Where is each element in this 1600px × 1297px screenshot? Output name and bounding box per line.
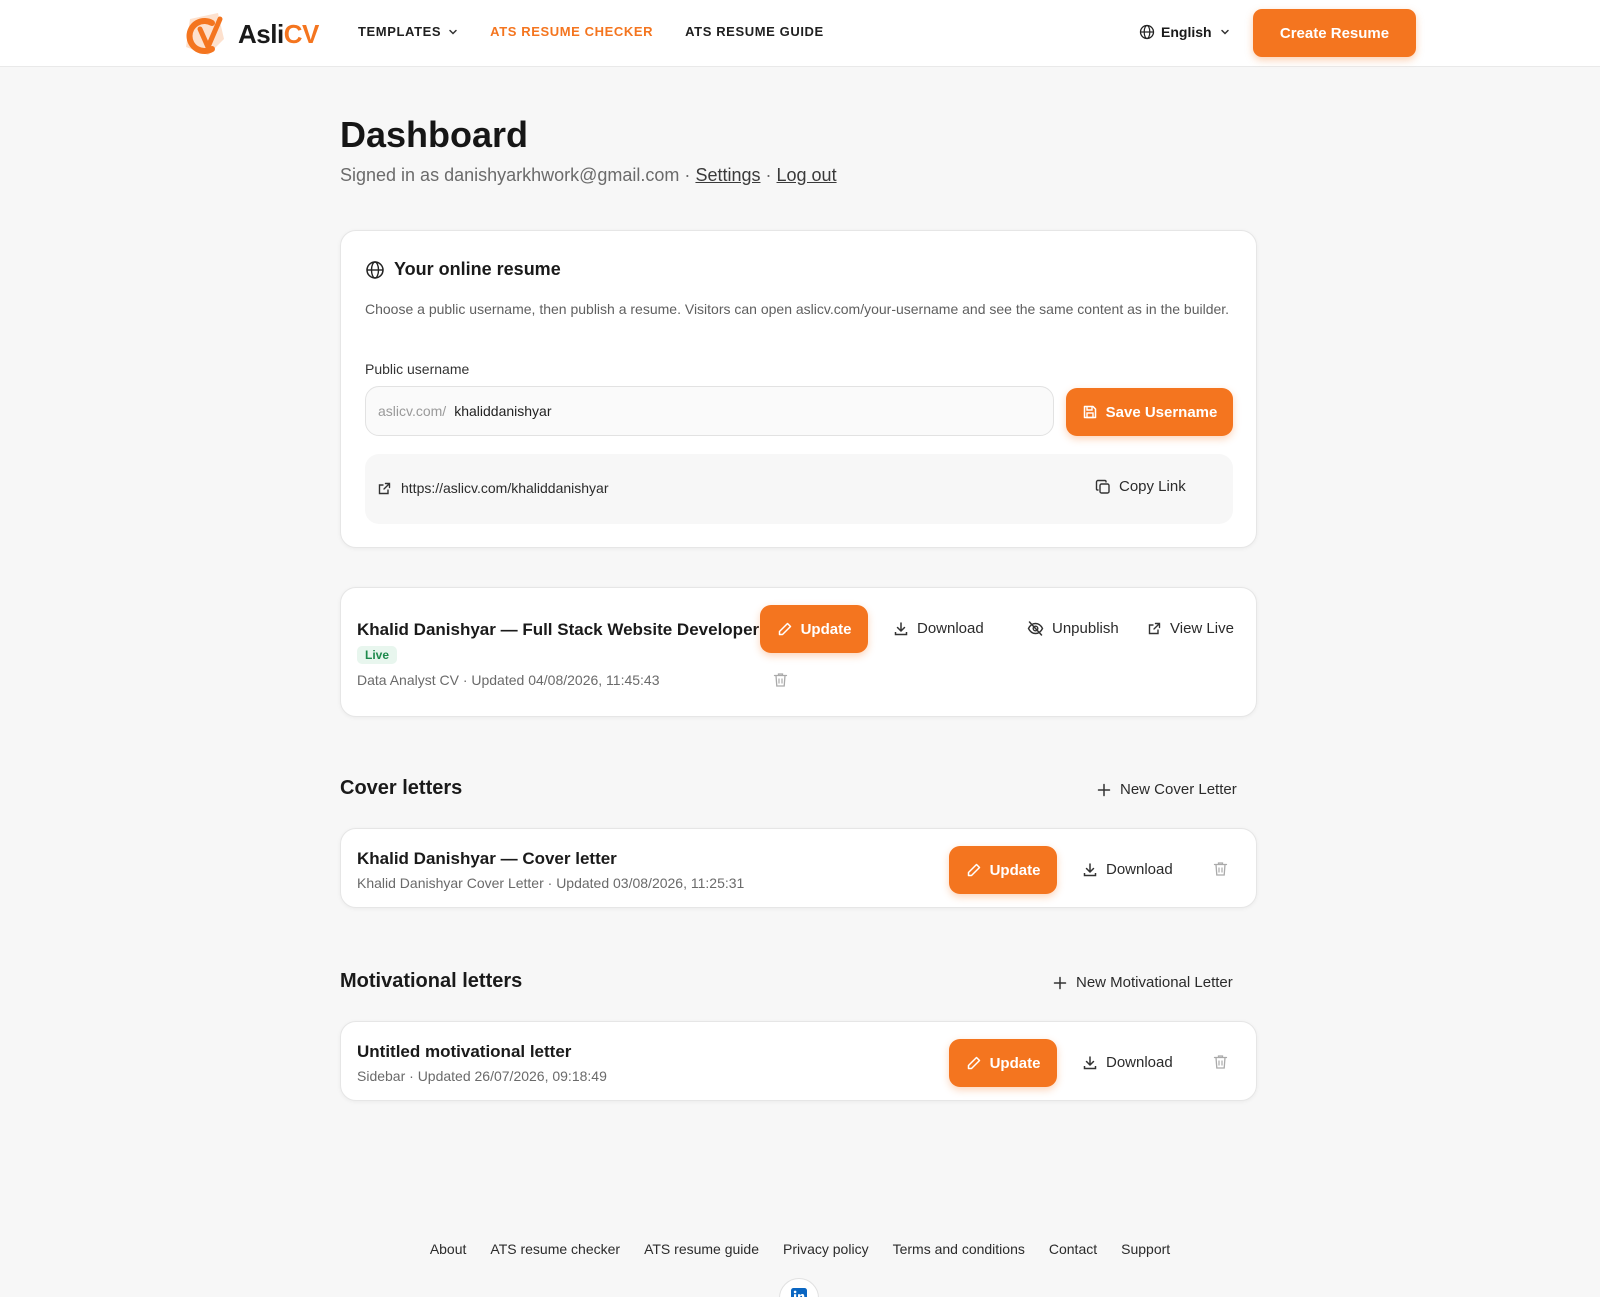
- status-badge: Live: [357, 646, 398, 664]
- footer-link-ats-guide[interactable]: ATS resume guide: [644, 1241, 759, 1257]
- main-nav: TEMPLATES ATS RESUME CHECKER ATS RESUME …: [358, 24, 856, 39]
- download-cover-letter-button[interactable]: Download: [1082, 861, 1173, 878]
- trash-icon[interactable]: [1213, 861, 1228, 877]
- copy-icon: [1095, 479, 1110, 494]
- motivational-letters-heading: Motivational letters: [340, 970, 523, 992]
- download-label: Download: [1106, 1054, 1173, 1071]
- signed-in-line: Signed in as danishyarkhwork@gmail.com ·…: [340, 165, 837, 186]
- logout-link[interactable]: Log out: [777, 165, 837, 185]
- pencil-icon: [967, 1056, 980, 1070]
- nav-templates[interactable]: TEMPLATES: [358, 24, 458, 39]
- footer-link-privacy[interactable]: Privacy policy: [783, 1241, 869, 1257]
- update-label: Update: [989, 1054, 1041, 1072]
- logo-wordmark: AsliCV: [238, 19, 319, 50]
- create-resume-button[interactable]: Create Resume: [1253, 9, 1416, 57]
- online-resume-description: Choose a public username, then publish a…: [365, 301, 1230, 317]
- cover-letter-title[interactable]: Khalid Danishyar — Cover letter: [357, 849, 617, 869]
- username-prefix: aslicv.com/: [378, 403, 447, 419]
- copy-link-label: Copy Link: [1119, 478, 1186, 495]
- view-live-label: View Live: [1170, 620, 1234, 637]
- pencil-icon: [967, 863, 980, 877]
- update-label: Update: [800, 620, 852, 638]
- save-icon: [1083, 405, 1096, 419]
- footer-link-about[interactable]: About: [430, 1241, 467, 1257]
- chevron-down-icon: [449, 29, 457, 35]
- download-label: Download: [917, 620, 984, 637]
- motivational-letter-title[interactable]: Untitled motivational letter: [357, 1042, 571, 1062]
- download-icon: [1083, 1055, 1097, 1069]
- nav-ats-resume-guide[interactable]: ATS RESUME GUIDE: [685, 24, 824, 39]
- cover-letter-card: Khalid Danishyar — Cover letter Khalid D…: [340, 828, 1257, 908]
- view-live-button[interactable]: View Live: [1147, 620, 1234, 637]
- cover-letters-heading: Cover letters: [340, 777, 463, 799]
- logo-text-cv: CV: [283, 18, 320, 49]
- new-motivational-letter-button[interactable]: New Motivational Letter: [1053, 974, 1233, 991]
- linkedin-icon: [791, 1288, 807, 1297]
- save-username-label: Save Username: [1105, 403, 1218, 421]
- online-resume-title: Your online resume: [394, 259, 561, 279]
- resume-meta: Data Analyst CV · Updated 04/08/2026, 11…: [357, 672, 660, 688]
- cover-letter-meta: Khalid Danishyar Cover Letter · Updated …: [357, 875, 745, 891]
- download-resume-button[interactable]: Download: [893, 620, 984, 637]
- nav-ats-resume-checker[interactable]: ATS RESUME CHECKER: [490, 24, 653, 39]
- new-motivational-letter-label: New Motivational Letter: [1076, 974, 1233, 991]
- eye-off-icon: [1027, 621, 1044, 636]
- public-url[interactable]: https://aslicv.com/khaliddanishyar: [377, 480, 609, 496]
- unpublish-label: Unpublish: [1052, 620, 1119, 637]
- signed-in-text: Signed in as danishyarkhwork@gmail.com ·: [340, 165, 691, 185]
- nav-ats-checker-label: ATS RESUME CHECKER: [490, 24, 654, 39]
- trash-icon[interactable]: [1213, 1054, 1228, 1070]
- page-title: Dashboard: [340, 114, 529, 155]
- motivational-letter-card: Untitled motivational letter Sidebar · U…: [340, 1021, 1257, 1101]
- public-url-text: https://aslicv.com/khaliddanishyar: [401, 480, 609, 496]
- download-motivational-letter-button[interactable]: Download: [1082, 1054, 1173, 1071]
- external-link-icon: [1148, 622, 1161, 635]
- external-link-icon: [378, 482, 391, 494]
- separator-dot: ·: [765, 165, 772, 185]
- pencil-icon: [778, 622, 791, 636]
- globe-icon: [1139, 24, 1155, 40]
- logo-icon: [186, 13, 224, 55]
- new-cover-letter-label: New Cover Letter: [1120, 781, 1237, 798]
- nav-ats-guide-label: ATS RESUME GUIDE: [685, 24, 824, 39]
- username-field-wrapper: aslicv.com/: [365, 386, 1054, 436]
- download-label: Download: [1106, 861, 1173, 878]
- download-icon: [894, 621, 908, 635]
- update-motivational-letter-button[interactable]: Update: [949, 1039, 1057, 1087]
- site-footer: About ATS resume checker ATS resume guid…: [0, 1241, 1600, 1257]
- logo-text-asli: Asli: [238, 18, 284, 49]
- unpublish-button[interactable]: Unpublish: [1027, 620, 1119, 637]
- language-label: English: [1161, 24, 1212, 40]
- save-username-button[interactable]: Save Username: [1066, 388, 1233, 436]
- chevron-down-icon: [1220, 29, 1229, 35]
- public-username-label: Public username: [365, 361, 470, 377]
- copy-link-button[interactable]: Copy Link: [1095, 478, 1186, 495]
- update-resume-button[interactable]: Update: [760, 605, 868, 653]
- settings-link[interactable]: Settings: [695, 165, 760, 185]
- plus-icon: [1097, 783, 1111, 796]
- resume-card: Khalid Danishyar — Full Stack Website De…: [340, 587, 1257, 717]
- plus-icon: [1053, 976, 1067, 989]
- download-icon: [1083, 862, 1097, 876]
- footer-link-terms[interactable]: Terms and conditions: [893, 1241, 1025, 1257]
- footer-link-ats-checker[interactable]: ATS resume checker: [490, 1241, 620, 1257]
- update-label: Update: [989, 861, 1041, 879]
- site-header: AsliCV TEMPLATES ATS RESUME CHECKER ATS …: [0, 0, 1600, 67]
- motivational-letter-meta: Sidebar · Updated 26/07/2026, 09:18:49: [357, 1068, 607, 1084]
- footer-link-support[interactable]: Support: [1121, 1241, 1170, 1257]
- language-selector[interactable]: English: [1139, 24, 1230, 40]
- new-cover-letter-button[interactable]: New Cover Letter: [1097, 781, 1237, 798]
- logo[interactable]: AsliCV: [178, 9, 319, 59]
- globe-icon: [366, 260, 384, 279]
- footer-link-contact[interactable]: Contact: [1049, 1241, 1097, 1257]
- public-link-row: https://aslicv.com/khaliddanishyar Copy …: [365, 454, 1233, 524]
- online-resume-card: Your online resume Choose a public usern…: [340, 230, 1257, 548]
- nav-templates-label: TEMPLATES: [358, 24, 442, 39]
- trash-icon[interactable]: [773, 672, 788, 688]
- online-resume-heading: Your online resume: [365, 259, 561, 280]
- update-cover-letter-button[interactable]: Update: [949, 846, 1057, 894]
- username-input[interactable]: [454, 403, 1015, 419]
- resume-title[interactable]: Khalid Danishyar — Full Stack Website De…: [357, 620, 759, 640]
- linkedin-link[interactable]: [779, 1278, 819, 1297]
